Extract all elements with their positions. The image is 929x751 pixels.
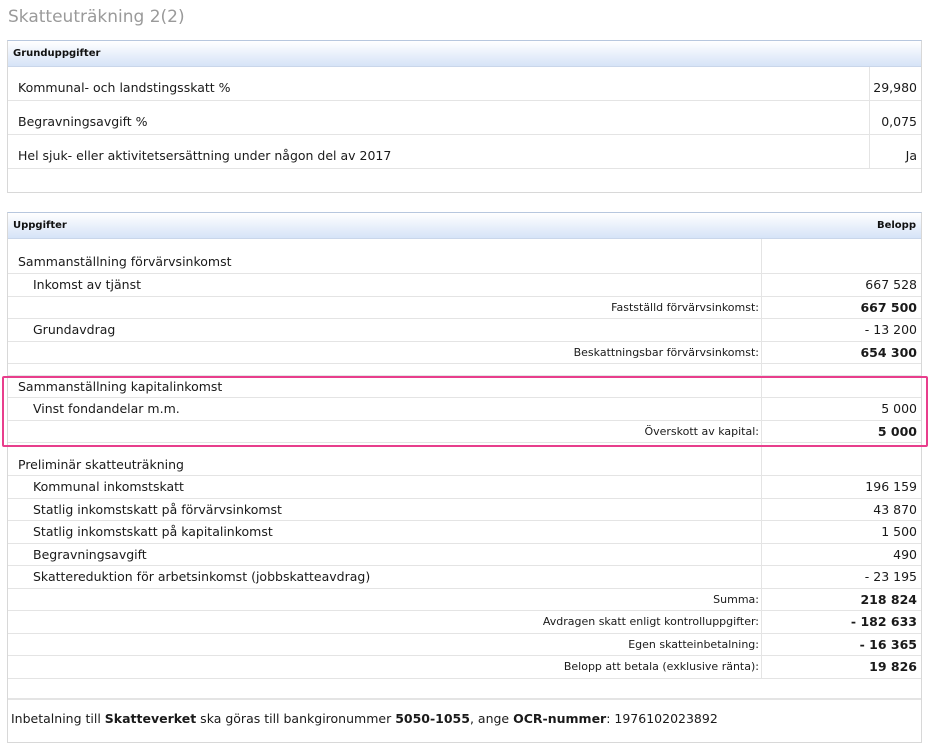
row-label: Begravningsavgift <box>8 543 762 565</box>
row-overskott-av-kapital: Överskott av kapital: 5 000 <box>8 420 921 443</box>
row-label: Statlig inkomstskatt på kapitalinkomst <box>8 521 762 543</box>
grund-row-value: Ja <box>905 148 917 163</box>
row-inkomst-av-tjanst: Inkomst av tjänst 667 528 <box>8 274 921 297</box>
row-faststalld-forvarvsinkomst: Fastställd förvärvsinkomst: 667 500 <box>8 296 921 319</box>
row-vinst-fondandelar: Vinst fondandelar m.m. 5 000 <box>8 398 921 421</box>
uppgifter-panel: Uppgifter Belopp Sammanställning förvärv… <box>7 212 922 743</box>
row-value: - 23 195 <box>864 569 917 585</box>
payment-text: ska göras till bankgironummer <box>196 710 396 726</box>
spacer-cell <box>762 364 921 375</box>
row-value: 5 000 <box>877 423 917 439</box>
row-label: Grundavdrag <box>8 319 762 341</box>
row-label: Belopp att betala (exklusive ränta): <box>8 656 762 678</box>
uppgifter-header-label: Uppgifter <box>13 220 67 231</box>
row-label: Vinst fondandelar m.m. <box>8 398 762 420</box>
payment-text: Inbetalning till <box>11 710 105 726</box>
row-value: - 13 200 <box>864 322 917 338</box>
row-kommunal-inkomstskatt: Kommunal inkomstskatt 196 159 <box>8 476 921 499</box>
grunduppgifter-panel: Grunduppgifter Kommunal- och landstingss… <box>7 40 922 193</box>
grunduppgifter-header: Grunduppgifter <box>8 41 921 67</box>
row-label: Kommunal inkomstskatt <box>8 476 762 498</box>
row-avdragen-skatt: Avdragen skatt enligt kontrolluppgifter:… <box>8 611 921 634</box>
section-title: Sammanställning kapitalinkomst <box>8 376 762 397</box>
row-begravningsavgift: Begravningsavgift 490 <box>8 543 921 566</box>
section-value-empty <box>762 376 921 397</box>
ocr-number: : 1976102023892 <box>606 710 718 726</box>
row-label: Fastställd förvärvsinkomst: <box>8 296 762 318</box>
row-label: Beskattningsbar förvärvsinkomst: <box>8 341 762 363</box>
grund-row-empty <box>8 169 921 192</box>
section-value-empty <box>762 239 921 273</box>
page-title: Skatteuträkning 2(2) <box>8 7 185 27</box>
row-statlig-forvarvsinkomst: Statlig inkomstskatt på förvärvsinkomst … <box>8 498 921 521</box>
section-forvarvsinkomst: Sammanställning förvärvsinkomst <box>8 239 921 274</box>
row-value: 490 <box>893 546 917 562</box>
row-value: - 182 633 <box>850 614 917 630</box>
row-value: 667 500 <box>860 299 917 315</box>
section-kapitalinkomst: Sammanställning kapitalinkomst <box>8 376 921 398</box>
row-spacer <box>8 364 921 376</box>
row-grundavdrag: Grundavdrag - 13 200 <box>8 319 921 342</box>
grund-row-kommunalskatt: Kommunal- och landstingsskatt % 29,980 <box>8 67 921 101</box>
belopp-header-label: Belopp <box>876 220 916 231</box>
grunduppgifter-header-label: Grunduppgifter <box>13 48 101 59</box>
row-belopp-att-betala: Belopp att betala (exklusive ränta): 19 … <box>8 656 921 679</box>
row-jobbskatteavdrag: Skattereduktion för arbetsinkomst (jobbs… <box>8 566 921 589</box>
row-egen-skatteinbetalning: Egen skatteinbetalning: - 16 365 <box>8 633 921 656</box>
row-value: 19 826 <box>869 659 917 675</box>
section-title: Sammanställning förvärvsinkomst <box>8 239 762 273</box>
row-label: Statlig inkomstskatt på förvärvsinkomst <box>8 498 762 520</box>
section-preliminar-skatteutrakning: Preliminär skatteuträkning <box>8 443 921 476</box>
row-value: 667 528 <box>865 277 917 293</box>
row-label: Summa: <box>8 588 762 610</box>
spacer-cell <box>8 364 762 375</box>
payment-text: , ange <box>469 710 514 726</box>
grund-row-value: 0,075 <box>881 114 917 129</box>
row-value: 43 870 <box>873 501 917 517</box>
row-value: 654 300 <box>860 344 917 360</box>
row-value: 196 159 <box>865 479 917 495</box>
grund-row-label: Kommunal- och landstingsskatt % <box>8 67 870 100</box>
grund-row-label: Hel sjuk- eller aktivitetsersättning und… <box>8 135 870 168</box>
section-title: Preliminär skatteuträkning <box>8 443 762 475</box>
row-label: Inkomst av tjänst <box>8 274 762 296</box>
ocr-label: OCR-nummer <box>513 710 607 726</box>
row-value: - 16 365 <box>859 636 917 652</box>
row-summa: Summa: 218 824 <box>8 588 921 611</box>
payment-recipient: Skatteverket <box>104 710 197 726</box>
grund-row-label: Begravningsavgift % <box>8 101 870 134</box>
payment-instruction: Inbetalning till Skatteverket ska göras … <box>8 698 921 737</box>
row-beskattningsbar-forvarvsinkomst: Beskattningsbar förvärvsinkomst: 654 300 <box>8 341 921 364</box>
bankgiro-number: 5050-1055 <box>395 710 470 726</box>
row-spacer <box>8 679 921 699</box>
row-value: 218 824 <box>860 591 917 607</box>
row-statlig-kapitalinkomst: Statlig inkomstskatt på kapitalinkomst 1… <box>8 521 921 544</box>
row-label: Skattereduktion för arbetsinkomst (jobbs… <box>8 566 762 588</box>
row-label: Egen skatteinbetalning: <box>8 633 762 655</box>
row-value: 1 500 <box>881 524 917 540</box>
row-label: Avdragen skatt enligt kontrolluppgifter: <box>8 611 762 633</box>
section-value-empty <box>762 443 921 475</box>
row-label: Överskott av kapital: <box>8 420 762 442</box>
grund-row-value: 29,980 <box>873 80 917 95</box>
grund-row-begravningsavgift: Begravningsavgift % 0,075 <box>8 101 921 135</box>
grund-row-sjukersattning: Hel sjuk- eller aktivitetsersättning und… <box>8 135 921 169</box>
uppgifter-header: Uppgifter Belopp <box>8 213 921 239</box>
row-value: 5 000 <box>881 401 917 417</box>
